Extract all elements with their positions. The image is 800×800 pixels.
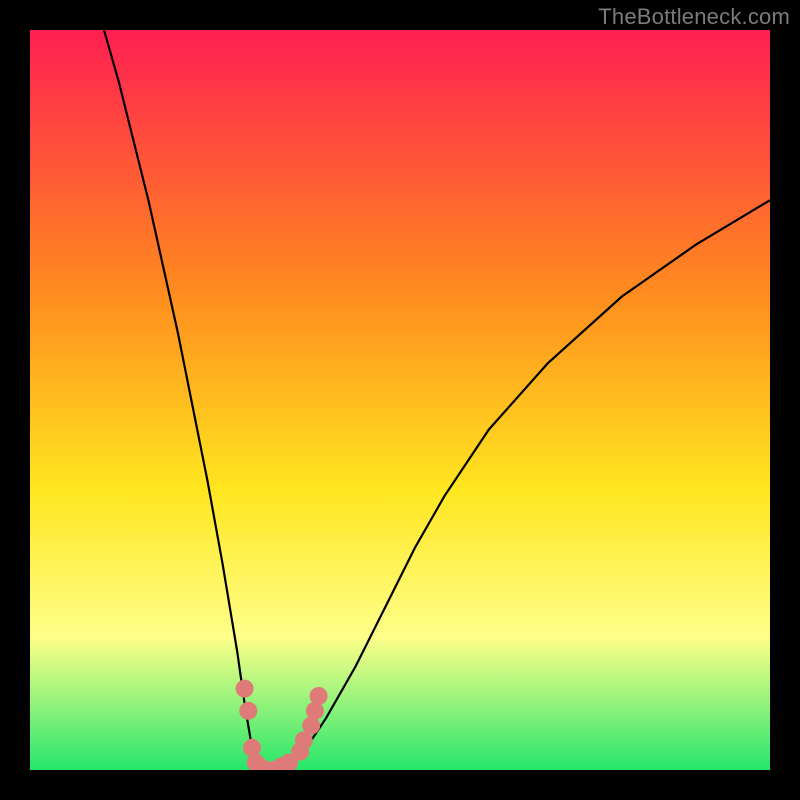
gradient-background	[30, 30, 770, 770]
watermark-text: TheBottleneck.com	[598, 4, 790, 30]
plot-area	[30, 30, 770, 770]
marker-dot	[310, 687, 328, 705]
frame: TheBottleneck.com	[0, 0, 800, 800]
marker-dot	[239, 702, 257, 720]
chart-svg	[30, 30, 770, 770]
marker-dot	[236, 680, 254, 698]
